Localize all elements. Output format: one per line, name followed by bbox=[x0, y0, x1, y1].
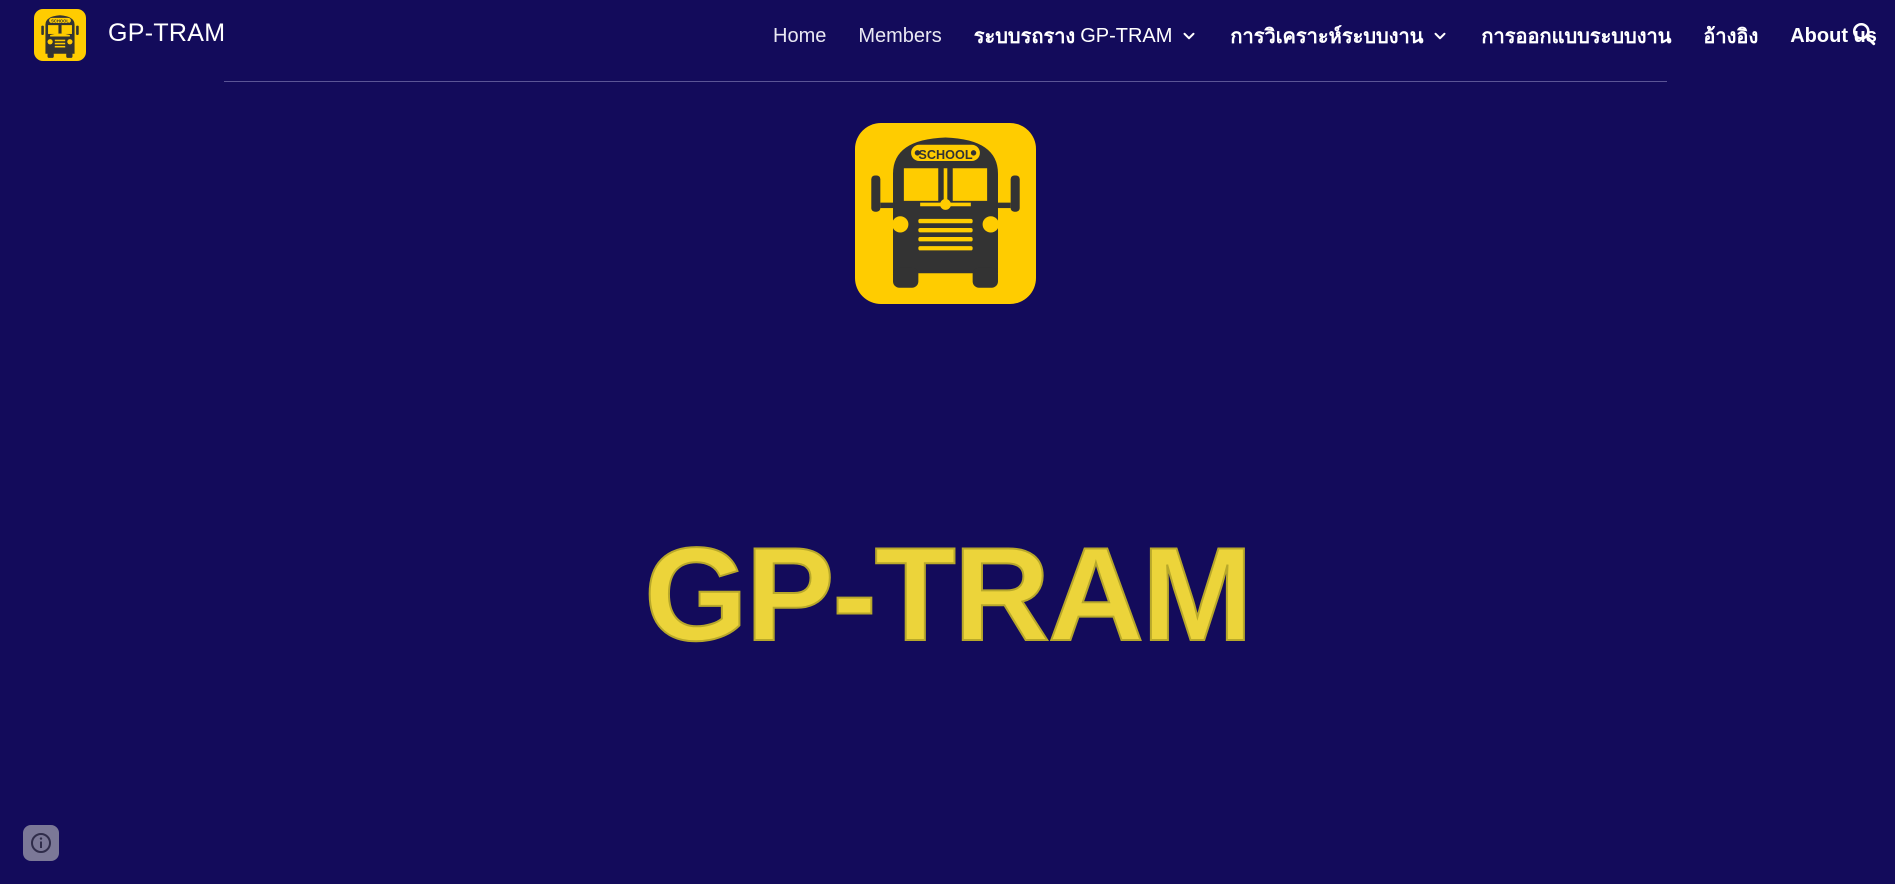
school-bus-icon: SCHOOL bbox=[41, 15, 79, 58]
site-title[interactable]: GP-TRAM bbox=[108, 19, 225, 48]
nav-references[interactable]: อ้างอิง bbox=[1703, 20, 1758, 52]
chevron-down-icon[interactable] bbox=[1431, 27, 1449, 45]
school-bus-icon: SCHOOL bbox=[871, 137, 1020, 288]
hero-school-text: SCHOOL bbox=[918, 148, 972, 162]
nav-system-analysis[interactable]: การวิเคราะห์ระบบงาน bbox=[1230, 20, 1449, 52]
nav-members[interactable]: Members bbox=[858, 25, 941, 48]
header-divider bbox=[224, 81, 1667, 82]
site-info-button[interactable] bbox=[23, 825, 59, 861]
hero-title: GP-TRAM bbox=[643, 520, 1254, 670]
info-icon bbox=[31, 833, 51, 853]
nav-tram-system-label-latin: GP-TRAM bbox=[1080, 24, 1173, 47]
nav-tram-system-label-thai: ระบบรถราง bbox=[973, 26, 1076, 48]
chevron-down-icon[interactable] bbox=[1180, 27, 1198, 45]
nav-tram-system[interactable]: ระบบรถราง GP-TRAM bbox=[974, 20, 1199, 52]
logo-school-text: SCHOOL bbox=[51, 18, 69, 23]
site-header: SCHOOL GP-TRAM Home Members ระบบรถราง GP… bbox=[0, 0, 1895, 72]
main-nav: Home Members ระบบรถราง GP-TRAM การวิเครา… bbox=[773, 22, 1877, 50]
hero-logo: SCHOOL bbox=[855, 123, 1036, 304]
site-logo[interactable]: SCHOOL bbox=[34, 9, 86, 61]
nav-system-design[interactable]: การออกแบบระบบงาน bbox=[1481, 20, 1671, 52]
nav-home[interactable]: Home bbox=[773, 25, 826, 48]
nav-system-analysis-label: การวิเคราะห์ระบบงาน bbox=[1230, 26, 1424, 48]
page: SCHOOL GP-TRAM Home Members ระบบรถราง GP… bbox=[0, 0, 1895, 884]
search-icon[interactable] bbox=[1851, 21, 1877, 47]
